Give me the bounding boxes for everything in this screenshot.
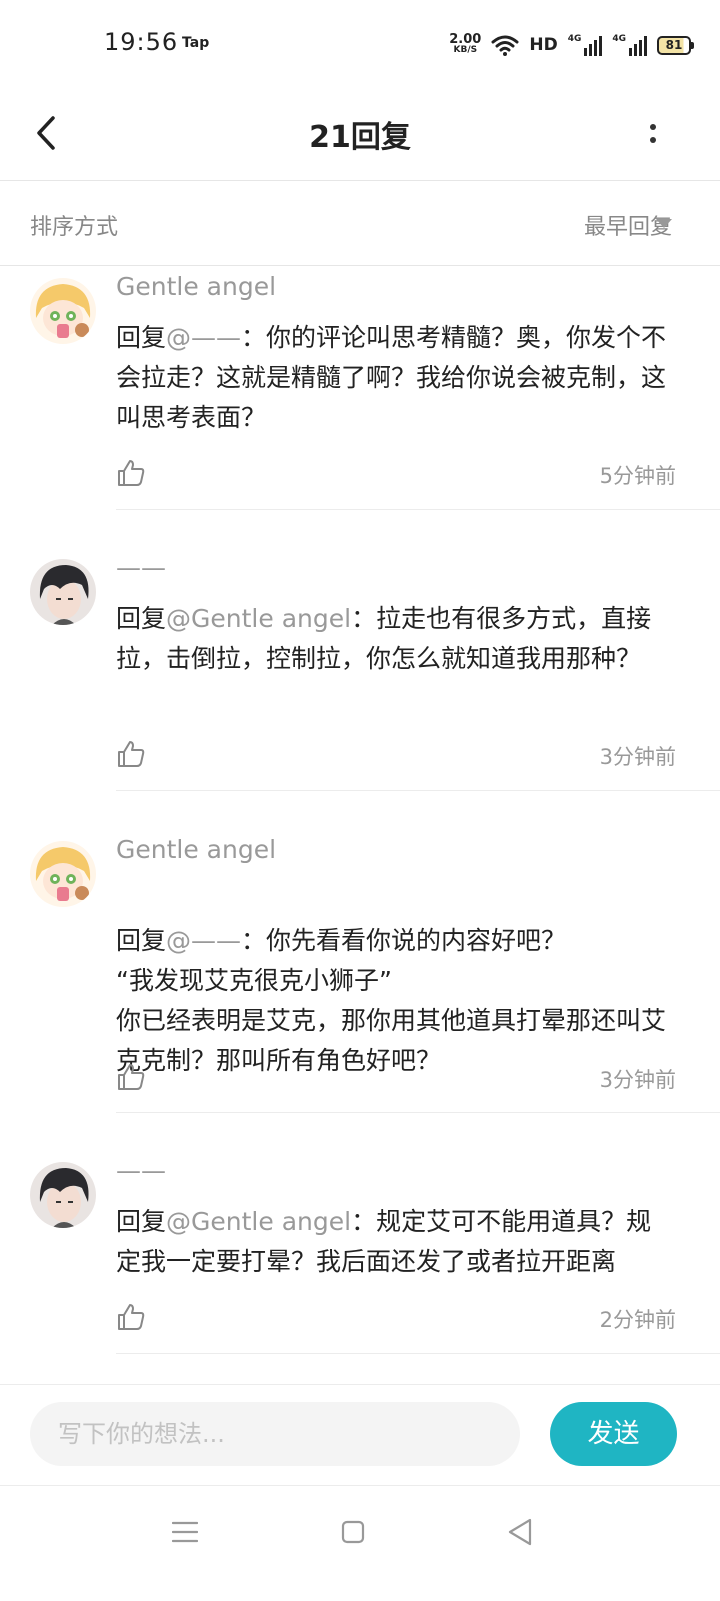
header: 21回复 <box>0 88 720 181</box>
battery-icon: 81 <box>657 35 694 55</box>
user-avatar[interactable] <box>30 559 96 625</box>
thumbs-up-icon <box>118 1064 145 1090</box>
comment-item: —— 回复@Gentle angel：规定艾可不能用道具？规定我一定要打晕？我后… <box>0 1150 720 1355</box>
reply-mention[interactable]: @—— <box>166 323 241 352</box>
comment-username[interactable]: Gentle angel <box>116 272 276 301</box>
comment-time: 3分钟前 <box>599 745 676 769</box>
comment-username[interactable]: —— <box>116 553 166 582</box>
anime-girl-avatar-icon <box>30 278 96 344</box>
comment-text[interactable]: 回复@Gentle angel：拉走也有很多方式，直接拉，击倒拉，控制拉，你怎么… <box>116 599 676 679</box>
home-square-icon <box>341 1520 365 1544</box>
comment-item: Gentle angel 回复@——：你的评论叫思考精髓？奥，你发个不会拉走？这… <box>0 266 720 511</box>
thumbs-up-icon <box>118 741 145 767</box>
signal-label-1: 4G <box>567 34 582 44</box>
like-button[interactable] <box>116 1062 146 1092</box>
sort-label: 排序方式 <box>30 215 119 240</box>
comment-item: —— 回复@Gentle angel：拉走也有很多方式，直接拉，击倒拉，控制拉，… <box>0 547 720 792</box>
network-speed-unit: KB/S <box>453 45 478 55</box>
caret-down-icon[interactable] <box>656 219 672 228</box>
battery-level: 81 <box>657 35 691 55</box>
reply-mention[interactable]: @Gentle angel <box>166 604 351 633</box>
status-bar: 19:56 Tap 2.00 KB/S HD 4G 4G 81 <box>0 0 720 88</box>
hd-indicator: HD <box>529 35 558 55</box>
menu-icon <box>172 1521 198 1543</box>
more-dot-icon <box>650 136 656 143</box>
signal-label-2: 4G <box>612 34 626 44</box>
like-button[interactable] <box>116 1302 146 1332</box>
comment-text[interactable]: 回复@——：你的评论叫思考精髓？奥，你发个不会拉走？这就是精髓了啊？我给你说会被… <box>116 318 676 438</box>
comment-text[interactable]: 回复@——：你先看看你说的内容好吧？ “我发现艾克很克小狮子” 你已经表明是艾克… <box>116 881 676 1081</box>
more-dot-icon <box>650 123 656 130</box>
comment-username[interactable]: —— <box>116 1156 166 1185</box>
user-avatar[interactable] <box>30 1162 96 1228</box>
user-avatar[interactable] <box>30 278 96 344</box>
send-button[interactable]: 发送 <box>550 1402 677 1466</box>
anime-girl-avatar-icon <box>30 841 96 907</box>
comment-divider <box>116 1353 720 1354</box>
status-indicators: 2.00 KB/S HD 4G 4G 81 <box>449 30 694 60</box>
more-options-button[interactable] <box>636 108 670 158</box>
thumbs-up-icon <box>118 460 145 486</box>
network-speed: 2.00 KB/S <box>449 32 482 56</box>
system-nav-bar <box>0 1485 720 1601</box>
reply-prefix: 回复 <box>116 604 167 633</box>
comment-username[interactable]: Gentle angel <box>116 835 276 864</box>
status-time: 19:56 <box>104 28 179 56</box>
reply-prefix: 回复 <box>116 323 167 352</box>
back-nav-button[interactable] <box>500 1512 540 1552</box>
page-title: 21回复 <box>309 120 411 155</box>
comment-divider <box>116 509 720 510</box>
network-speed-value: 2.00 <box>449 32 482 47</box>
comment-item: Gentle angel 回复@——：你先看看你说的内容好吧？ “我发现艾克很克… <box>0 829 720 1114</box>
user-avatar[interactable] <box>30 841 96 907</box>
signal-icon-2: 4G <box>612 34 647 56</box>
comment-text[interactable]: 回复@Gentle angel：规定艾可不能用道具？规定我一定要打晕？我后面还发… <box>116 1202 676 1282</box>
like-button[interactable] <box>116 458 146 488</box>
reply-prefix: 回复 <box>116 1207 167 1236</box>
tap-app-badge: Tap <box>182 35 210 51</box>
home-nav-button[interactable] <box>333 1512 373 1552</box>
comment-divider <box>116 1112 720 1113</box>
sort-bar: 排序方式 最早回复 <box>0 181 720 266</box>
wifi-icon <box>491 35 519 56</box>
comment-input-bar: 发送 <box>0 1384 720 1485</box>
menu-nav-button[interactable] <box>165 1512 205 1552</box>
reply-mention[interactable]: @Gentle angel <box>166 1207 351 1236</box>
reply-prefix: 回复 <box>116 926 167 955</box>
dark-hair-boy-avatar-icon <box>30 1162 96 1228</box>
dark-hair-boy-avatar-icon <box>30 559 96 625</box>
thumbs-up-icon <box>118 1304 145 1330</box>
reply-mention[interactable]: @—— <box>166 926 241 955</box>
comment-input[interactable] <box>30 1402 520 1466</box>
back-triangle-icon <box>508 1518 532 1546</box>
signal-icon-1: 4G <box>568 34 603 56</box>
like-button[interactable] <box>116 739 146 769</box>
comment-time: 5分钟前 <box>599 464 676 488</box>
comment-time: 2分钟前 <box>599 1308 676 1332</box>
comment-divider <box>116 790 720 791</box>
comment-time: 3分钟前 <box>599 1068 676 1092</box>
